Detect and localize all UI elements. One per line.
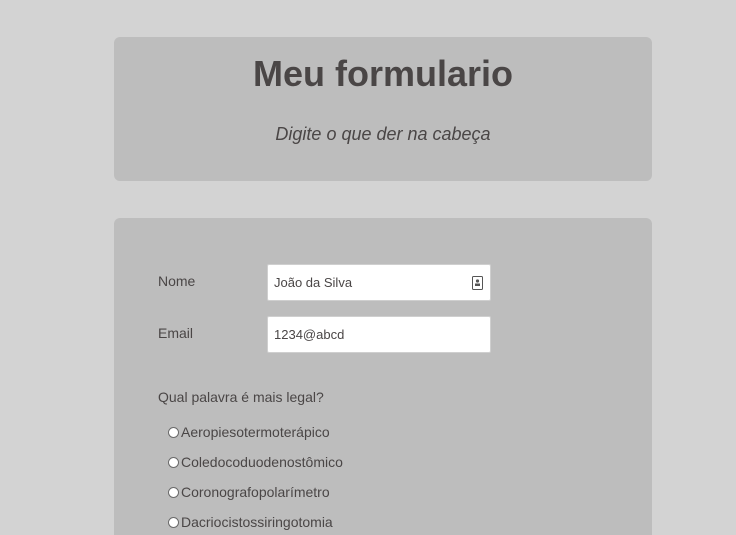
radio-option[interactable]: Dacriocistossiringotomia	[168, 513, 333, 531]
radio-option[interactable]: Coledocoduodenostômico	[168, 453, 343, 471]
question-label: Qual palavra é mais legal?	[158, 389, 324, 405]
page-title: Meu formulario	[252, 53, 513, 94]
form-card: Nome Email Qual palavra é mais legal? Ae…	[114, 218, 652, 535]
radio-label[interactable]: Coledocoduodenostômico	[181, 454, 343, 470]
name-input[interactable]	[268, 265, 464, 300]
email-field[interactable]	[267, 316, 491, 353]
contact-card-icon[interactable]	[472, 276, 483, 290]
radio-option[interactable]: Aeropiesotermoterápico	[168, 423, 330, 441]
header-card: Meu formulario Digite o que der na cabeç…	[114, 37, 652, 181]
name-label: Nome	[158, 273, 196, 289]
page: Meu formulario Digite o que der na cabeç…	[0, 0, 736, 535]
email-input[interactable]	[268, 317, 464, 352]
radio-label[interactable]: Dacriocistossiringotomia	[181, 514, 333, 530]
radio-label[interactable]: Coronografopolarímetro	[181, 484, 330, 500]
radio-option[interactable]: Coronografopolarímetro	[168, 483, 330, 501]
radio-button[interactable]	[168, 486, 179, 498]
radio-button[interactable]	[168, 426, 179, 438]
name-field[interactable]	[267, 264, 491, 301]
radio-button[interactable]	[168, 456, 179, 468]
radio-label[interactable]: Aeropiesotermoterápico	[181, 424, 330, 440]
page-subtitle: Digite o que der na cabeça	[275, 124, 491, 144]
radio-button[interactable]	[168, 516, 179, 528]
email-label: Email	[158, 325, 194, 341]
